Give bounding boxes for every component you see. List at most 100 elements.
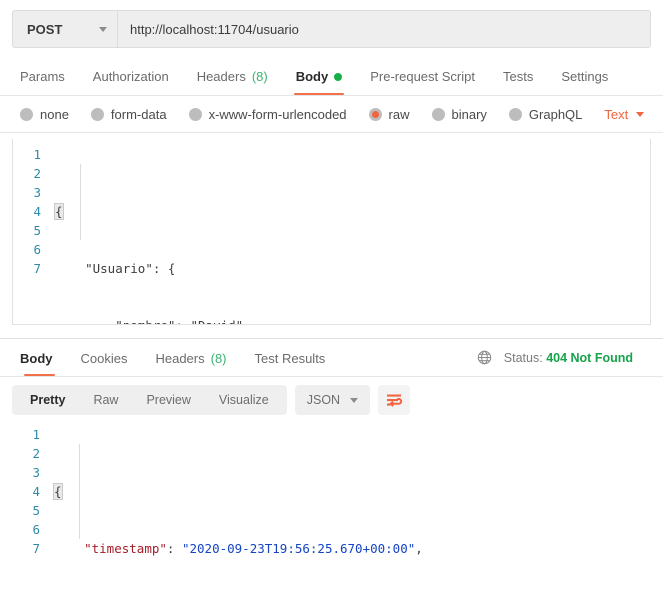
json-punct: : {: [152, 261, 176, 276]
view-mode-raw[interactable]: Raw: [79, 385, 132, 415]
chevron-down-icon: [636, 111, 645, 117]
json-key: "Usuario": [85, 261, 153, 276]
line-number: 1: [33, 147, 41, 162]
url-bar: POST http://localhost:11704/usuario: [0, 0, 663, 57]
body-type-radio-group: none form-data x-www-form-urlencoded raw…: [0, 96, 663, 132]
indent-guide: [79, 444, 80, 539]
code-line: "nombre": "David",: [55, 316, 650, 324]
tab-label: Body: [295, 69, 329, 84]
response-tab-test-results[interactable]: Test Results: [241, 351, 340, 376]
chevron-down-icon: [350, 397, 359, 403]
tab-label: Test Results: [254, 351, 326, 366]
http-method-select[interactable]: POST: [12, 10, 117, 48]
status-label: Status:: [503, 350, 543, 365]
tab-label: Headers: [155, 351, 205, 366]
radio-label: GraphQL: [528, 106, 583, 122]
response-body-code[interactable]: { "timestamp": "2020-09-23T19:56:25.670+…: [50, 425, 651, 571]
line-number: 5: [32, 503, 40, 518]
radio-label: raw: [388, 106, 410, 122]
tab-body[interactable]: Body: [282, 69, 357, 95]
line-number: 6: [33, 242, 41, 257]
tab-label: Body: [20, 351, 53, 366]
response-tab-headers[interactable]: Headers (8): [141, 351, 240, 376]
request-tabs: Params Authorization Headers (8) Body Pr…: [0, 57, 663, 95]
tab-label: Authorization: [92, 69, 169, 84]
response-view-mode-group: Pretty Raw Preview Visualize: [12, 385, 287, 415]
line-number: 6: [32, 522, 40, 537]
request-body-editor[interactable]: 1 2 3 4 5 6 7 { "Usuario": { "nombre": "…: [12, 139, 651, 325]
status-overflow-indicator: [645, 353, 651, 363]
line-number: 4: [32, 484, 40, 499]
body-type-form-data[interactable]: form-data: [90, 106, 167, 122]
radio-icon: [90, 107, 104, 121]
code-line: {: [54, 202, 650, 221]
view-mode-visualize[interactable]: Visualize: [205, 385, 283, 415]
code-line: "timestamp": "2020-09-23T19:56:25.670+00…: [84, 541, 423, 556]
body-type-raw[interactable]: raw: [368, 106, 410, 122]
url-input[interactable]: http://localhost:11704/usuario: [117, 10, 651, 48]
tab-headers[interactable]: Headers (8): [183, 69, 282, 95]
radio-icon: [508, 107, 522, 121]
response-body-editor[interactable]: 1 2 3 4 5 6 7 { "timestamp": "2020-09-23…: [12, 421, 651, 571]
radio-icon: [188, 107, 202, 121]
raw-format-select[interactable]: Text: [604, 107, 645, 122]
tab-tests[interactable]: Tests: [489, 69, 547, 95]
radio-selected-icon: [368, 107, 382, 121]
tab-settings[interactable]: Settings: [547, 69, 622, 95]
body-type-graphql[interactable]: GraphQL: [508, 106, 583, 122]
open-brace: {: [54, 203, 64, 220]
line-number: 7: [32, 541, 40, 556]
view-mode-preview[interactable]: Preview: [132, 385, 204, 415]
code-line: {: [53, 482, 651, 501]
http-method-label: POST: [27, 21, 63, 37]
tab-pre-request-script[interactable]: Pre-request Script: [356, 69, 489, 95]
code-line: "Usuario": {: [55, 259, 650, 278]
tab-label: Pre-request Script: [370, 69, 475, 84]
body-type-none[interactable]: none: [20, 107, 69, 122]
indent-guide: [80, 164, 81, 240]
json-key: "nombre": [115, 318, 175, 324]
line-number: 1: [32, 427, 40, 442]
response-status-area: Status: 404 Not Found: [477, 350, 651, 376]
response-format-label: JSON: [306, 393, 341, 407]
status-badge: Status: 404 Not Found: [504, 351, 633, 365]
response-tabs: Body Cookies Headers (8) Test Results St…: [0, 339, 663, 376]
tab-label: Tests: [502, 69, 534, 84]
response-format-select[interactable]: JSON: [294, 385, 371, 415]
url-text: http://localhost:11704/usuario: [130, 21, 299, 37]
tab-params[interactable]: Params: [12, 69, 79, 95]
green-dot-icon: [334, 72, 343, 81]
tab-label: Settings: [561, 69, 609, 84]
radio-label: x-www-form-urlencoded: [208, 106, 347, 122]
word-wrap-button[interactable]: [378, 385, 411, 415]
body-type-urlencoded[interactable]: x-www-form-urlencoded: [188, 106, 347, 122]
request-body-code[interactable]: { "Usuario": { "nombre": "David", "corre…: [51, 145, 650, 324]
body-type-binary[interactable]: binary: [431, 106, 487, 122]
request-body-editor-wrap: 1 2 3 4 5 6 7 { "Usuario": { "nombre": "…: [0, 133, 663, 325]
response-view-toolbar: Pretty Raw Preview Visualize JSON: [0, 377, 663, 415]
response-tabs-list: Body Cookies Headers (8) Test Results: [12, 351, 339, 376]
response-gutter: 1 2 3 4 5 6 7: [12, 425, 50, 571]
line-number: 5: [33, 223, 41, 238]
globe-icon[interactable]: [477, 350, 492, 365]
status-value: 404 Not Found: [546, 350, 633, 365]
response-tab-cookies[interactable]: Cookies: [67, 351, 142, 376]
radio-label: binary: [451, 106, 487, 122]
json-value: "2020-09-23T19:56:25.670+00:00": [181, 541, 416, 556]
radio-icon: [20, 107, 33, 121]
word-wrap-icon: [386, 394, 402, 407]
line-number: 3: [33, 185, 41, 200]
radio-label: form-data: [110, 106, 167, 122]
line-number: 2: [33, 166, 41, 181]
response-body-editor-wrap: 1 2 3 4 5 6 7 { "timestamp": "2020-09-23…: [0, 415, 663, 571]
view-mode-pretty[interactable]: Pretty: [16, 385, 79, 415]
json-key: "timestamp": [84, 541, 167, 556]
tab-label: Params: [20, 69, 65, 84]
tab-label: Cookies: [80, 351, 128, 366]
chevron-down-icon: [99, 26, 107, 32]
response-tab-body[interactable]: Body: [12, 351, 67, 376]
line-number: 3: [32, 465, 40, 480]
headers-count: (8): [210, 351, 227, 366]
line-number: 7: [33, 261, 41, 276]
tab-authorization[interactable]: Authorization: [79, 69, 183, 95]
